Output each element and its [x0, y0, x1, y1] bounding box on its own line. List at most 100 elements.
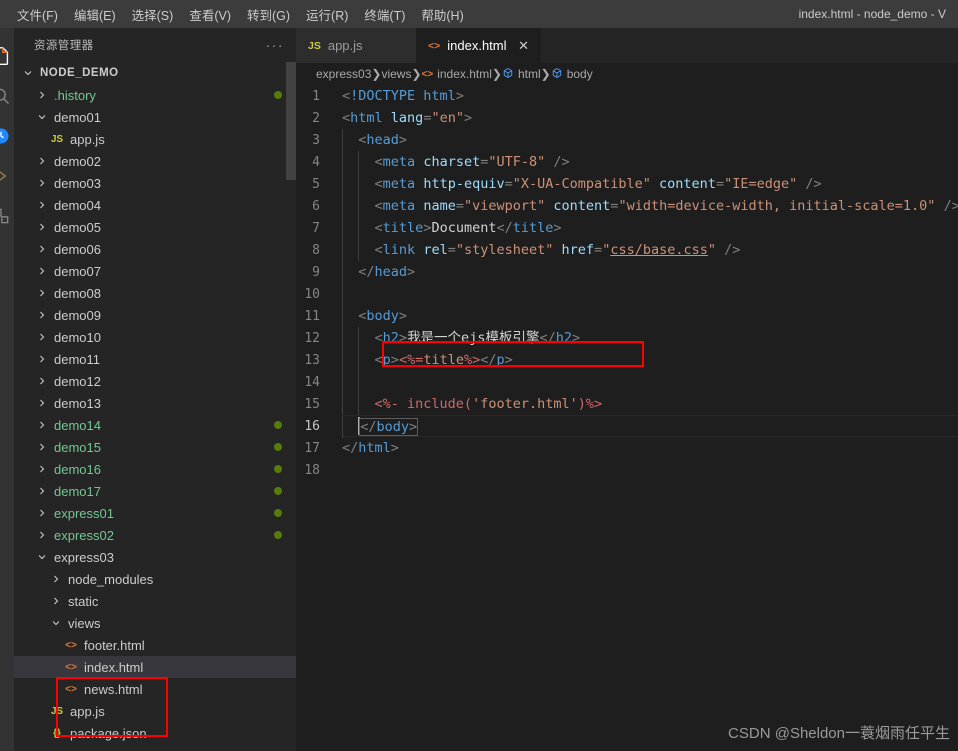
tree-item-label: demo14 — [54, 417, 101, 433]
code-line[interactable]: 11 <body> — [296, 305, 958, 327]
chevron-right-icon — [34, 419, 50, 431]
menu-item-go[interactable]: 转到(G) — [239, 2, 298, 27]
tab-app-js[interactable]: JS app.js ✕ — [296, 28, 416, 63]
tree-item-demo10[interactable]: demo10 — [14, 326, 296, 348]
menu-item-edit[interactable]: 编辑(E) — [66, 2, 124, 27]
indent-guide — [358, 349, 359, 371]
line-number: 16 — [304, 418, 320, 434]
close-icon[interactable]: ✕ — [517, 38, 531, 54]
breadcrumb-item-html[interactable]: html — [502, 67, 541, 82]
code-line[interactable]: 17 </html> — [296, 437, 958, 459]
code-text: <%- include('footer.html')%> — [342, 393, 958, 415]
code-editor[interactable]: 1 <!DOCTYPE html> 2 <html lang="en"> 3 <head… — [296, 85, 958, 751]
code-line[interactable]: 1 <!DOCTYPE html> — [296, 85, 958, 107]
tree-item-static[interactable]: static — [14, 590, 296, 612]
tree-item-demo17[interactable]: demo17 — [14, 480, 296, 502]
run-debug-icon[interactable] — [0, 156, 14, 196]
code-line[interactable]: 16 </body> — [296, 415, 958, 438]
menu-item-file[interactable]: 文件(F) — [9, 2, 66, 27]
code-line[interactable]: 14 — [296, 371, 958, 393]
explorer-more-actions-button[interactable]: ··· — [262, 38, 289, 52]
git-status-dot — [274, 487, 282, 495]
tree-item-app-js[interactable]: JS app.js — [14, 700, 296, 722]
code-line[interactable]: 18 — [296, 459, 958, 481]
menu-item-run[interactable]: 运行(R) — [298, 2, 356, 27]
tree-item-demo16[interactable]: demo16 — [14, 458, 296, 480]
tree-item-express02[interactable]: express02 — [14, 524, 296, 546]
tree-item-label: static — [68, 593, 99, 609]
code-line[interactable]: 12 <h2>我是一个ejs模板引擎</h2> — [296, 327, 958, 349]
tree-item-demo01[interactable]: demo01 — [14, 106, 296, 128]
code-line[interactable]: 4 <meta charset="UTF-8" /> — [296, 151, 958, 173]
file-tree[interactable]: NODE_DEMO .history demo01 JS app.js demo02 de… — [14, 62, 296, 751]
chevron-down-icon — [20, 67, 36, 79]
code-line[interactable]: 2 <html lang="en"> — [296, 107, 958, 129]
indent-guide — [342, 239, 343, 261]
line-number: 12 — [304, 330, 320, 346]
tree-item-label: demo06 — [54, 241, 101, 257]
tree-item-node-modules[interactable]: node_modules — [14, 568, 296, 590]
tree-item-demo07[interactable]: demo07 — [14, 260, 296, 282]
breadcrumb-item-express03[interactable]: express03 — [316, 67, 371, 81]
sidebar-scrollbar[interactable] — [286, 62, 296, 180]
code-line[interactable]: 9 </head> — [296, 261, 958, 283]
line-number: 7 — [312, 220, 320, 236]
tree-item-demo06[interactable]: demo06 — [14, 238, 296, 260]
chevron-right-icon — [48, 573, 64, 585]
tree-item-label: demo11 — [54, 351, 101, 367]
code-line[interactable]: 3 <head> — [296, 129, 958, 151]
extensions-icon[interactable] — [0, 196, 14, 236]
line-number: 5 — [312, 176, 320, 192]
source-control-icon[interactable] — [0, 116, 14, 156]
menu-item-terminal[interactable]: 终端(T) — [356, 2, 413, 27]
tree-item-demo02[interactable]: demo02 — [14, 150, 296, 172]
breadcrumb-item-index-html[interactable]: <> index.html — [422, 67, 492, 81]
tree-item-express03[interactable]: express03 — [14, 546, 296, 568]
chevron-right-icon: ❯ — [411, 67, 422, 81]
tree-item-views[interactable]: views — [14, 612, 296, 634]
tree-item-demo08[interactable]: demo08 — [14, 282, 296, 304]
tree-root-node-demo[interactable]: NODE_DEMO — [14, 62, 296, 84]
editor-group: JS app.js ✕ <> index.html ✕ express03 ❯ … — [296, 28, 958, 751]
code-line[interactable]: 5 <meta http-equiv="X-UA-Compatible" con… — [296, 173, 958, 195]
explorer-icon[interactable] — [0, 36, 14, 76]
indent-guide — [342, 327, 343, 349]
tree-item-news-html[interactable]: <> news.html — [14, 678, 296, 700]
code-line[interactable]: 8 <link rel="stylesheet" href="css/base.… — [296, 239, 958, 261]
tree-item-demo13[interactable]: demo13 — [14, 392, 296, 414]
code-line[interactable]: 13 <p><%=title%></p> — [296, 349, 958, 371]
tree-item-express01[interactable]: express01 — [14, 502, 296, 524]
breadcrumb-item-body[interactable]: body — [551, 67, 593, 82]
tree-item-demo11[interactable]: demo11 — [14, 348, 296, 370]
tab-index-html[interactable]: <> index.html ✕ — [416, 28, 541, 63]
tree-item-demo09[interactable]: demo09 — [14, 304, 296, 326]
menu-item-select[interactable]: 选择(S) — [124, 2, 182, 27]
code-text: <meta name="viewport" content="width=dev… — [342, 195, 958, 217]
breadcrumb-item-views[interactable]: views — [381, 67, 411, 81]
tree-item-demo12[interactable]: demo12 — [14, 370, 296, 392]
tree-item-app-js[interactable]: JS app.js — [14, 128, 296, 150]
code-line[interactable]: 6 <meta name="viewport" content="width=d… — [296, 195, 958, 217]
tree-item--history[interactable]: .history — [14, 84, 296, 106]
tree-item-footer-html[interactable]: <> footer.html — [14, 634, 296, 656]
code-line[interactable]: 15 <%- include('footer.html')%> — [296, 393, 958, 415]
menu-item-view[interactable]: 查看(V) — [181, 2, 239, 27]
code-text: <meta http-equiv="X-UA-Compatible" conte… — [342, 173, 958, 195]
tree-item-index-html[interactable]: <> index.html — [14, 656, 296, 678]
tree-item-demo05[interactable]: demo05 — [14, 216, 296, 238]
tree-item-demo14[interactable]: demo14 — [14, 414, 296, 436]
tree-item-label: demo07 — [54, 263, 101, 279]
indent-guide — [342, 305, 343, 327]
tree-item-package-json[interactable]: {} package.json — [14, 722, 296, 744]
tree-item-demo03[interactable]: demo03 — [14, 172, 296, 194]
code-line[interactable]: 7 <title>Document</title> — [296, 217, 958, 239]
html-icon: <> — [65, 683, 77, 695]
menu-item-help[interactable]: 帮助(H) — [413, 2, 471, 27]
code-line[interactable]: 10 — [296, 283, 958, 305]
symbol-icon — [551, 67, 563, 82]
tree-item-demo15[interactable]: demo15 — [14, 436, 296, 458]
tree-item-demo04[interactable]: demo04 — [14, 194, 296, 216]
json-icon: {} — [53, 727, 61, 739]
search-icon[interactable] — [0, 76, 14, 116]
tab-label: index.html — [447, 38, 507, 53]
